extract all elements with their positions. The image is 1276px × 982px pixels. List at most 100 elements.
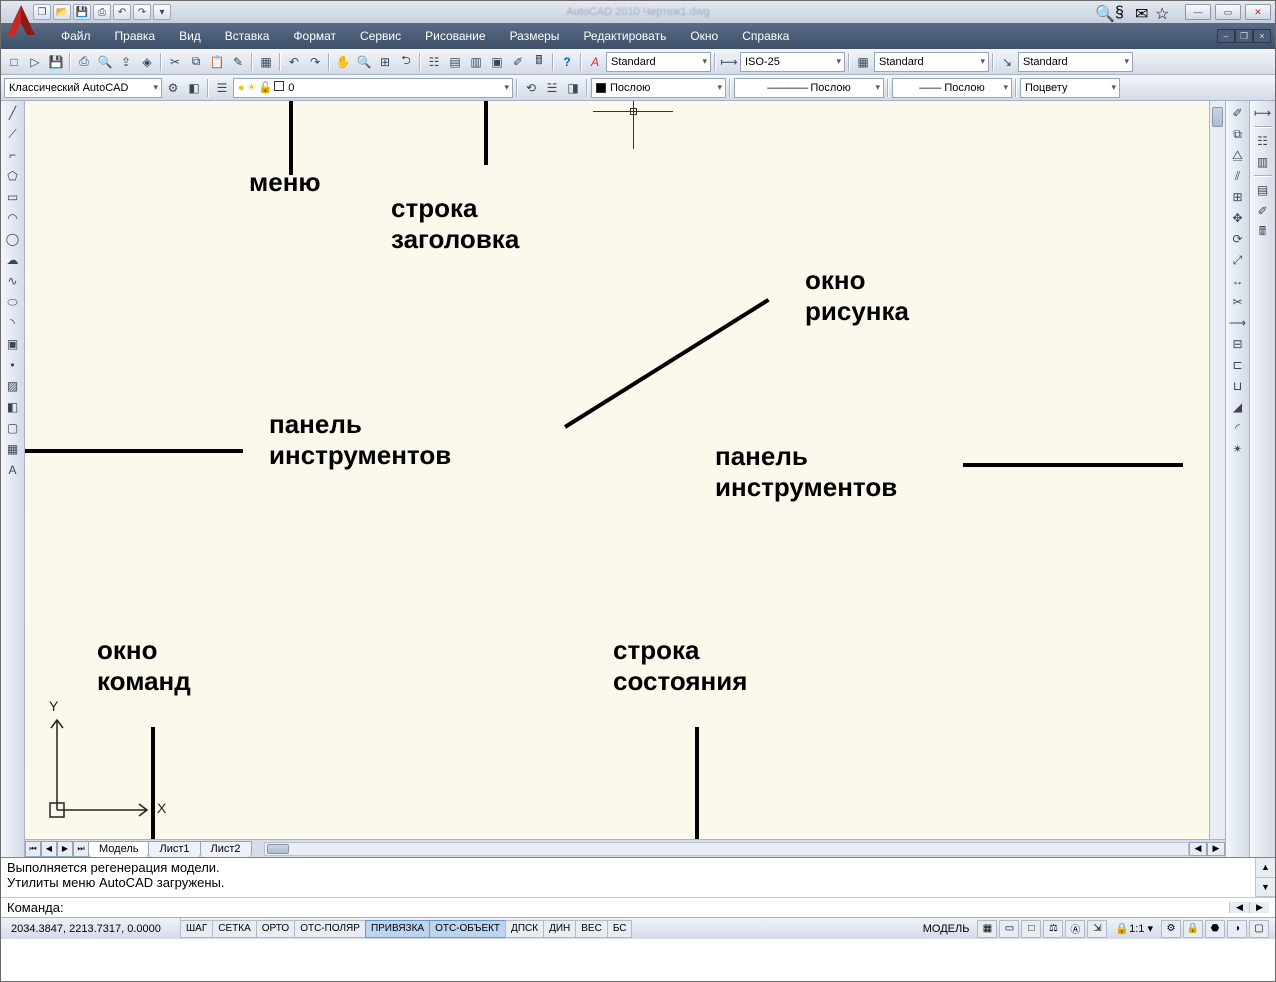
sheetset-icon[interactable]: ▣ [487,52,507,72]
minimize-button[interactable]: — [1185,4,1211,20]
chamfer-icon[interactable]: ◢ [1228,397,1248,417]
status-toggle-дпск[interactable]: ДПСК [505,920,544,938]
lineweight-combo[interactable]: —— Послою [892,78,1012,98]
menu-help[interactable]: Справка [730,23,801,49]
tab-layout2[interactable]: Лист2 [200,841,252,857]
qat-dropdown-icon[interactable]: ▾ [153,4,171,20]
layer-manager-icon[interactable]: ☰ [212,78,232,98]
rectangle-icon[interactable]: ▭ [3,187,23,207]
help-icon[interactable]: ? [557,52,577,72]
search-icon[interactable]: 🔍 [1095,4,1115,20]
markup-icon[interactable]: ✐ [508,52,528,72]
menu-view[interactable]: Вид [167,23,213,49]
publish-icon[interactable]: ⇪ [116,52,136,72]
ellipse-icon[interactable]: ⬭ [3,292,23,312]
undo-icon[interactable]: ↶ [284,52,304,72]
tab-next-button[interactable]: ▶ [57,841,73,857]
status-toggle-орто[interactable]: ОРТО [256,920,295,938]
status-toggle-вес[interactable]: ВЕС [575,920,608,938]
scale-icon[interactable]: ⤢ [1228,250,1248,270]
cmd-left-button[interactable]: ◀ [1230,902,1250,913]
region-icon[interactable]: ▢ [3,418,23,438]
array-icon[interactable]: ⊞ [1228,187,1248,207]
qat-print-icon[interactable]: ⎙ [93,4,111,20]
tab-last-button[interactable]: ⏭ [73,841,89,857]
table-style-combo[interactable]: Standard [874,52,989,72]
annotation-vis-icon[interactable]: Ⓐ [1065,920,1085,938]
hardware-accel-icon[interactable]: ⬣ [1205,920,1225,938]
qat-redo-icon[interactable]: ↷ [133,4,151,20]
rotate-icon[interactable]: ⟳ [1228,229,1248,249]
zoom-prev-icon[interactable]: ⮌ [396,52,416,72]
menu-modify[interactable]: Редактировать [571,23,678,49]
tab-first-button[interactable]: ⏮ [25,841,41,857]
comm-icon[interactable]: ✉ [1135,4,1155,20]
erase-icon[interactable]: ✐ [1228,103,1248,123]
properties-icon[interactable]: ☷ [424,52,444,72]
coordinates-display[interactable]: 2034.3847, 2213.7317, 0.0000 [1,918,181,939]
layer-prev-icon[interactable]: ⟲ [521,78,541,98]
break-icon[interactable]: ⊏ [1228,355,1248,375]
copy-icon[interactable]: ⧉ [186,52,206,72]
revcloud-icon[interactable]: ☁ [3,250,23,270]
line-icon[interactable]: ╱ [3,103,23,123]
layer-iso-icon[interactable]: ◨ [563,78,583,98]
zoom-rt-icon[interactable]: 🔍 [354,52,374,72]
menu-format[interactable]: Формат [281,23,348,49]
text-icon[interactable]: A [3,460,23,480]
textstyle-icon[interactable]: A [585,52,605,72]
infocenter-icon[interactable]: § [1115,4,1135,20]
table-icon[interactable]: ▦ [3,439,23,459]
ws-settings-icon[interactable]: ⚙ [163,78,183,98]
app-logo[interactable] [3,3,39,39]
3ddwf-icon[interactable]: ◈ [137,52,157,72]
tablestyle-icon[interactable]: ▦ [853,52,873,72]
mdi-close-button[interactable]: × [1253,29,1271,43]
xline-icon[interactable]: ⟋ [3,124,23,144]
favorite-icon[interactable]: ☆ [1155,4,1175,20]
break-pt-icon[interactable]: ⊟ [1228,334,1248,354]
annotation-auto-icon[interactable]: ⇲ [1087,920,1107,938]
hatch-icon[interactable]: ▨ [3,376,23,396]
status-toggle-шаг[interactable]: ШАГ [180,920,213,938]
plotstyle-combo[interactable]: Поцвету [1020,78,1120,98]
tab-prev-button[interactable]: ◀ [41,841,57,857]
save-icon[interactable]: 💾 [46,52,66,72]
stretch-icon[interactable]: ↔ [1228,271,1248,291]
preview-icon[interactable]: 🔍 [95,52,115,72]
toolbar-lock-icon[interactable]: 🔒 [1183,920,1203,938]
maximize-button[interactable]: ▭ [1215,4,1241,20]
mdi-minimize-button[interactable]: – [1217,29,1235,43]
qat-save-icon[interactable]: 💾 [73,4,91,20]
calc-icon[interactable]: 🖩 [1253,222,1273,242]
open-icon[interactable]: ▷ [25,52,45,72]
cut-icon[interactable]: ✂ [165,52,185,72]
status-toggle-сетка[interactable]: СЕТКА [212,920,257,938]
color-combo[interactable]: Послою [591,78,726,98]
match-icon[interactable]: ✎ [228,52,248,72]
tool-pal-icon[interactable]: ▥ [1253,152,1273,172]
tab-model[interactable]: Модель [88,841,149,857]
drawing-canvas[interactable]: X Y меню строка заголовка окно рисунка п… [25,101,1209,839]
menu-edit[interactable]: Правка [103,23,168,49]
mleader-style-combo[interactable]: Standard [1018,52,1133,72]
cmd-scroll-up-button[interactable]: ▲ [1256,858,1275,878]
fillet-icon[interactable]: ◜ [1228,418,1248,438]
grid-display-icon[interactable]: ▦ [977,920,997,938]
quickview-drawings-icon[interactable]: □ [1021,920,1041,938]
workspace-combo[interactable]: Классический AutoCAD [4,78,162,98]
mdi-restore-button[interactable]: ❐ [1235,29,1253,43]
hscroll-left-button[interactable]: ◀ [1189,842,1207,856]
copy-icon[interactable]: ⧉ [1228,124,1248,144]
circle-icon[interactable]: ◯ [3,229,23,249]
offset-icon[interactable]: ⫽ [1228,166,1248,186]
point-icon[interactable]: • [3,355,23,375]
paste-icon[interactable]: 📋 [207,52,227,72]
close-button[interactable]: ✕ [1245,4,1271,20]
layer-states-icon[interactable]: ☱ [542,78,562,98]
spline-icon[interactable]: ∿ [3,271,23,291]
text-style-combo[interactable]: Standard [606,52,711,72]
zoom-win-icon[interactable]: ⊞ [375,52,395,72]
status-toggle-дин[interactable]: ДИН [543,920,576,938]
vertical-scrollbar[interactable] [1209,101,1225,839]
